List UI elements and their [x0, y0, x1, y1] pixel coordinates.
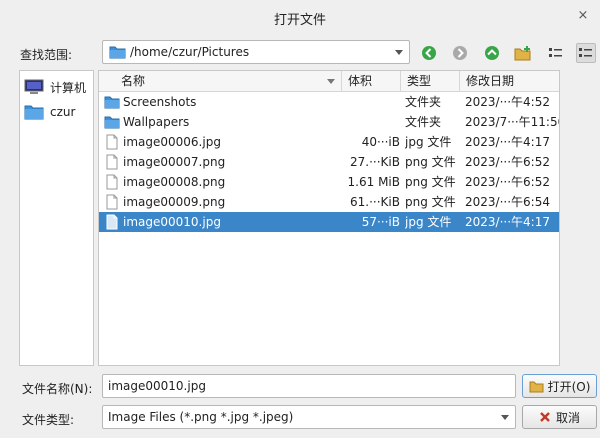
file-size [342, 92, 400, 112]
file-name: image00006.jpg [123, 135, 221, 149]
parent-dir-button[interactable] [482, 43, 502, 63]
file-date: 2023/···午6:52 [465, 155, 550, 169]
folder-icon [109, 46, 126, 59]
file-name: image00008.png [123, 175, 226, 189]
sidebar-item-czur[interactable]: czur [24, 102, 75, 122]
forward-icon [453, 46, 467, 60]
sidebar-item-computer[interactable]: 计算机 [24, 77, 86, 97]
file-icon [106, 154, 118, 170]
filename-input[interactable]: image00010.jpg [102, 374, 516, 398]
file-size: 61.···KiB [350, 195, 400, 209]
cancel-x-icon [540, 412, 550, 422]
forward-button[interactable] [450, 43, 470, 63]
file-date: 2023/···午6:54 [465, 195, 550, 209]
table-row[interactable]: image00009.png 61.···KiB png 文件 2023/···午6:… [99, 192, 559, 212]
table-row[interactable]: image00008.png 1.61 MiB png 文件 2023/···午6:5… [99, 172, 559, 192]
file-type: png 文件 [405, 195, 456, 209]
back-icon [422, 46, 436, 60]
new-folder-icon [514, 46, 531, 61]
file-icon [106, 134, 118, 150]
parent-dir-icon [485, 46, 499, 60]
file-date: 2023/7···午11:50 [465, 115, 559, 129]
detail-view-icon [579, 48, 592, 57]
file-type: png 文件 [405, 155, 456, 169]
file-type: jpg 文件 [405, 135, 452, 149]
open-button[interactable]: 打开(O) [522, 374, 597, 398]
window-title: 打开文件 [273, 13, 326, 28]
column-header-type[interactable]: 类型 [401, 71, 460, 91]
cancel-button[interactable]: 取消 [522, 405, 597, 429]
list-view-icon [549, 48, 562, 57]
filetype-select[interactable]: Image Files (*.png *.jpg *.jpeg) [102, 405, 516, 429]
folder-icon [104, 116, 120, 129]
file-size [342, 112, 400, 132]
file-list[interactable]: 名称 体积 类型 修改日期 Screenshots 文件夹 2023/···午4:5… [98, 70, 560, 366]
file-size: 1.61 MiB [347, 175, 400, 189]
file-type: 文件夹 [405, 115, 442, 129]
file-icon [106, 194, 118, 210]
sidebar-item-label: czur [50, 105, 76, 119]
list-view-button[interactable] [546, 43, 566, 63]
back-button[interactable] [419, 43, 439, 63]
file-name: Screenshots [123, 95, 197, 109]
file-date: 2023/···午4:52 [465, 95, 550, 109]
chevron-down-icon [393, 41, 405, 63]
table-row[interactable]: Screenshots 文件夹 2023/···午4:52 [99, 92, 559, 112]
file-type: png 文件 [405, 175, 456, 189]
folder-icon [104, 96, 120, 109]
sidebar-item-label: 计算机 [50, 80, 87, 95]
title-bar: 打开文件 × [0, 0, 600, 34]
file-date: 2023/···午4:17 [465, 215, 550, 229]
cancel-button-label: 取消 [555, 410, 580, 425]
new-folder-button[interactable] [513, 43, 533, 63]
sort-descending-icon [327, 79, 335, 84]
folder-icon [24, 105, 44, 120]
places-sidebar: 计算机 czur [19, 70, 94, 366]
table-row[interactable]: image00010.jpg 57···iB jpg 文件 2023/···午4:17 [99, 212, 559, 232]
close-icon[interactable]: × [574, 7, 592, 25]
column-header-name-label: 名称 [121, 74, 146, 88]
open-button-label: 打开(O) [547, 379, 591, 394]
file-type: 文件夹 [405, 95, 442, 109]
file-type: jpg 文件 [405, 215, 452, 229]
file-icon [106, 174, 118, 190]
file-list-header: 名称 体积 类型 修改日期 [99, 71, 559, 92]
computer-icon [24, 79, 44, 94]
file-size: 40···iB [361, 135, 400, 149]
file-name: Wallpapers [123, 115, 190, 129]
filename-label: 文件名称(N): [22, 382, 93, 396]
column-header-name[interactable]: 名称 [99, 71, 342, 91]
file-name: image00010.jpg [123, 215, 221, 229]
file-name: image00009.png [123, 195, 226, 209]
table-row[interactable]: image00006.jpg 40···iB jpg 文件 2023/···午4:17 [99, 132, 559, 152]
file-date: 2023/···午6:52 [465, 175, 550, 189]
file-icon [106, 214, 118, 230]
open-folder-icon [529, 381, 544, 392]
file-size: 57···iB [361, 215, 400, 229]
column-header-date[interactable]: 修改日期 [460, 71, 559, 91]
table-row[interactable]: Wallpapers 文件夹 2023/7···午11:50 [99, 112, 559, 132]
lookin-combo[interactable]: /home/czur/Pictures [102, 40, 410, 64]
chevron-down-icon [499, 406, 511, 428]
detail-view-button[interactable] [576, 43, 596, 63]
filetype-label: 文件类型: [22, 413, 75, 427]
lookin-label: 查找范围: [20, 48, 73, 62]
filetype-value: Image Files (*.png *.jpg *.jpeg) [108, 410, 294, 424]
filename-value: image00010.jpg [108, 379, 206, 393]
column-header-size[interactable]: 体积 [342, 71, 401, 91]
table-row[interactable]: image00007.png 27.···KiB png 文件 2023/···午6:… [99, 152, 559, 172]
lookin-path: /home/czur/Pictures [130, 45, 250, 59]
file-size: 27.···KiB [350, 155, 400, 169]
file-name: image00007.png [123, 155, 226, 169]
file-date: 2023/···午4:17 [465, 135, 550, 149]
